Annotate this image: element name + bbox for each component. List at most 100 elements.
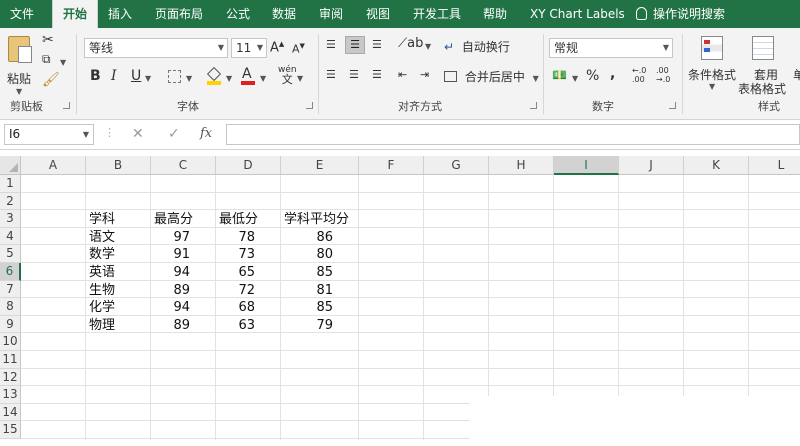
score-cell[interactable]: 63 — [216, 317, 255, 335]
column-header-l[interactable]: L — [749, 156, 800, 175]
comma-style-icon[interactable]: , — [610, 66, 615, 82]
column-header-b[interactable]: B — [86, 156, 151, 175]
score-cell[interactable]: 72 — [216, 282, 255, 300]
score-cell[interactable]: 68 — [216, 299, 255, 317]
score-cell[interactable]: 80 — [281, 246, 333, 264]
conditional-formatting-button[interactable]: 条件格式 ▼ — [688, 34, 738, 94]
borders-icon[interactable] — [168, 70, 181, 83]
format-painter-icon[interactable]: 🖌 — [42, 72, 60, 88]
score-cell[interactable]: 89 — [151, 317, 190, 335]
orientation-dropdown-icon[interactable]: ▼ — [425, 42, 431, 51]
tab-insert[interactable]: 插入 — [108, 0, 132, 28]
score-cell[interactable]: 85 — [281, 299, 333, 317]
fill-color-dropdown-icon[interactable]: ▼ — [226, 74, 232, 83]
align-bottom-icon[interactable]: ☰ — [372, 38, 382, 51]
increase-decimal-icon[interactable]: ←.0.00 — [632, 66, 646, 84]
phonetic-dropdown-icon[interactable]: ▼ — [297, 74, 303, 83]
row-header-4[interactable]: 4 — [0, 227, 21, 246]
worksheet-grid[interactable]: ABCDEFGHIJKL 1 2 3 4 5 6 7 8 9 10 11 12 13 14 15 学科 最高分… — [0, 156, 800, 446]
cell-styles-label-cut[interactable]: 单 — [793, 66, 800, 83]
row-header-15[interactable]: 15 — [0, 421, 21, 439]
row-header-5[interactable]: 5 — [0, 245, 21, 263]
row-header-10[interactable]: 10 — [0, 333, 21, 351]
tab-review[interactable]: 审阅 — [319, 0, 343, 28]
align-middle-icon[interactable]: ☰ — [345, 36, 365, 54]
row-header-6[interactable]: 6 — [0, 263, 21, 281]
score-cell[interactable]: 89 — [151, 282, 190, 300]
font-launcher-icon[interactable] — [306, 102, 313, 109]
column-header-h[interactable]: H — [489, 156, 554, 175]
accounting-dropdown-icon[interactable]: ▼ — [572, 74, 578, 83]
score-cell[interactable]: 91 — [151, 246, 190, 264]
subject-cell[interactable]: 数学 — [89, 246, 115, 264]
fill-color-icon[interactable] — [206, 66, 222, 85]
underline-icon[interactable]: U — [131, 68, 141, 84]
accounting-format-icon[interactable]: 💵 — [552, 68, 567, 82]
font-name-combo[interactable]: 等线 ▼ — [84, 38, 228, 58]
align-right-icon[interactable]: ☰ — [372, 68, 382, 81]
align-center-icon[interactable]: ☰ — [349, 68, 359, 81]
subject-cell[interactable]: 物理 — [89, 317, 115, 335]
tab-help[interactable]: 帮助 — [483, 0, 507, 28]
score-cell[interactable]: 78 — [216, 229, 255, 247]
column-header-a[interactable]: A — [21, 156, 86, 175]
table-header-cell[interactable]: 学科 — [89, 211, 115, 229]
column-header-j[interactable]: J — [619, 156, 684, 175]
row-header-9[interactable]: 9 — [0, 315, 21, 334]
enter-icon[interactable]: ✓ — [168, 126, 180, 142]
tab-file[interactable]: 文件 — [10, 0, 34, 28]
score-cell[interactable]: 97 — [151, 229, 190, 247]
number-launcher-icon[interactable] — [669, 102, 676, 109]
column-header-c[interactable]: C — [151, 156, 216, 175]
subject-cell[interactable]: 英语 — [89, 264, 115, 282]
row-header-12[interactable]: 12 — [0, 368, 21, 387]
cut-icon[interactable]: ✂ — [42, 32, 54, 48]
insert-function-icon[interactable]: fx — [200, 126, 212, 141]
subject-cell[interactable]: 语文 — [89, 229, 115, 247]
column-header-e[interactable]: E — [281, 156, 359, 175]
tell-me-search[interactable]: 操作说明搜索 — [636, 0, 725, 28]
row-header-3[interactable]: 3 — [0, 210, 21, 228]
align-left-icon[interactable]: ☰ — [326, 68, 336, 81]
percent-icon[interactable]: % — [586, 68, 599, 84]
font-size-combo[interactable]: 11 ▼ — [231, 38, 267, 58]
tab-data[interactable]: 数据 — [272, 0, 296, 28]
number-format-combo[interactable]: 常规 ▼ — [549, 38, 673, 58]
wrap-text-button[interactable]: ↵ 自动换行 — [444, 38, 510, 55]
tab-view[interactable]: 视图 — [366, 0, 390, 28]
name-box[interactable]: I6 ▼ — [4, 124, 94, 145]
copy-dropdown-icon[interactable]: ▼ — [60, 58, 66, 67]
row-header-13[interactable]: 13 — [0, 386, 21, 404]
bold-icon[interactable]: B — [90, 68, 101, 84]
increase-indent-icon[interactable]: ⇥ — [420, 68, 429, 81]
format-as-table-button[interactable]: 套用 表格格式 — [738, 34, 790, 96]
column-header-d[interactable]: D — [216, 156, 281, 175]
column-header-i[interactable]: I — [554, 156, 619, 175]
decrease-decimal-icon[interactable]: .00 →.0 — [656, 66, 670, 84]
row-header-11[interactable]: 11 — [0, 351, 21, 369]
font-color-dropdown-icon[interactable]: ▼ — [260, 74, 266, 83]
decrease-font-icon[interactable]: A▼ — [292, 42, 305, 56]
row-header-8[interactable]: 8 — [0, 298, 21, 316]
table-header-cell[interactable]: 最高分 — [154, 211, 193, 229]
cancel-icon[interactable]: ✕ — [132, 126, 144, 142]
score-cell[interactable]: 86 — [281, 229, 333, 247]
borders-dropdown-icon[interactable]: ▼ — [186, 74, 192, 83]
score-cell[interactable]: 94 — [151, 264, 190, 282]
increase-font-icon[interactable]: A▲ — [270, 40, 284, 55]
tab-developer[interactable]: 开发工具 — [413, 0, 461, 28]
tab-xy-chart-labels[interactable]: XY Chart Labels — [530, 0, 625, 28]
row-header-1[interactable]: 1 — [0, 175, 21, 193]
column-header-g[interactable]: G — [424, 156, 489, 175]
merge-center-button[interactable]: 合并后居中 ▼ — [444, 68, 539, 85]
clipboard-launcher-icon[interactable] — [63, 102, 70, 109]
column-header-f[interactable]: F — [359, 156, 424, 175]
decrease-indent-icon[interactable]: ⇤ — [398, 68, 407, 81]
underline-dropdown-icon[interactable]: ▼ — [145, 74, 151, 83]
row-header-2[interactable]: 2 — [0, 192, 21, 211]
tab-home[interactable]: 开始 — [52, 0, 99, 30]
italic-icon[interactable]: I — [111, 68, 117, 84]
tab-formulas[interactable]: 公式 — [226, 0, 250, 28]
alignment-launcher-icon[interactable] — [530, 102, 537, 109]
copy-icon[interactable]: ⧉ — [42, 52, 51, 67]
